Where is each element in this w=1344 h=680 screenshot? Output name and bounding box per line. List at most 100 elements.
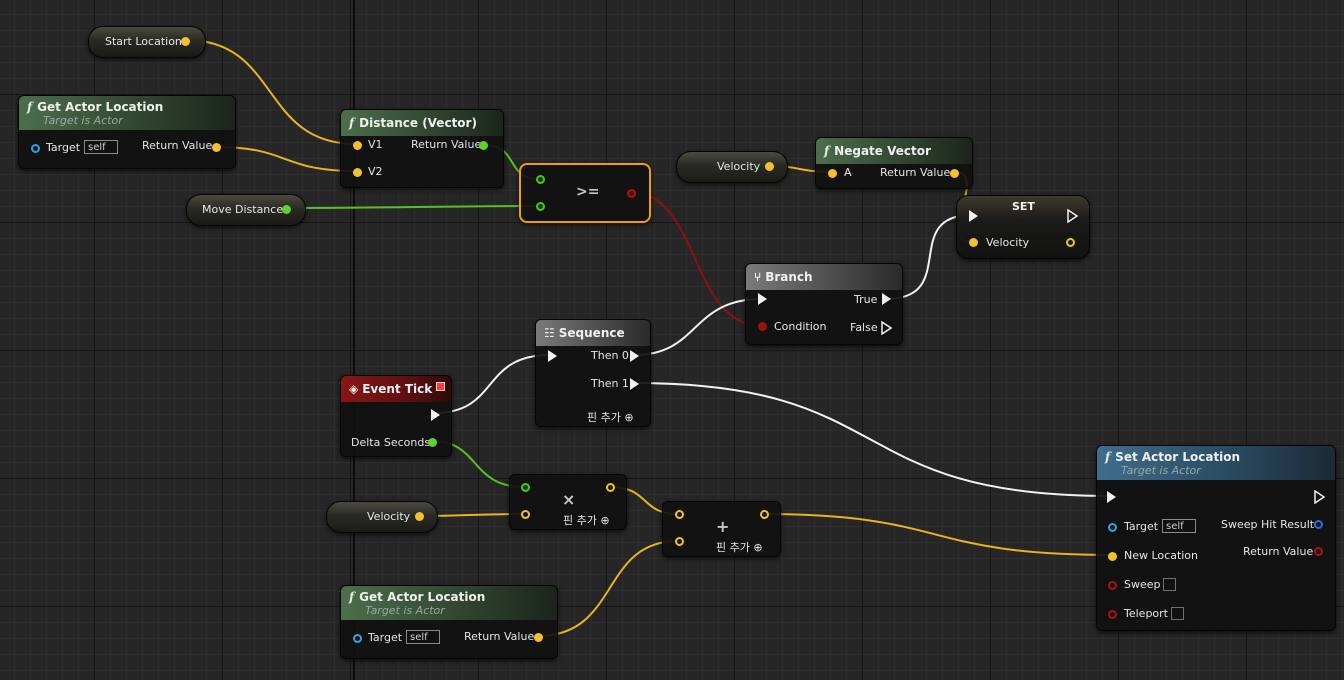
set-velocity-node[interactable]: SET Velocity [956,195,1090,259]
delta-seconds-label: Delta Seconds [351,436,431,449]
add-pin-label: 핀 추가 [563,514,597,527]
node-header: f Distance (Vector) [341,110,503,136]
sweep-label: Sweep [1124,578,1161,591]
multiply-node[interactable]: × 핀 추가 ⊕ [509,474,627,530]
node-subtitle: Target is Actor [1121,463,1201,477]
a-input-pin[interactable] [536,175,545,184]
delta-seconds-pin[interactable] [428,438,437,447]
b-input-pin[interactable] [536,202,545,211]
delegate-pin[interactable] [436,382,445,391]
return-value-pin[interactable] [212,143,221,152]
sweep-checkbox[interactable] [1163,578,1176,591]
exec-in-pin[interactable] [969,210,978,222]
b-input-pin[interactable] [521,510,530,519]
sequence-node[interactable]: ☷ Sequence Then 0 Then 1 핀 추가 ⊕ [535,319,651,427]
get-actor-location-node-2[interactable]: f Get Actor Location Target is Actor Targ… [340,585,558,659]
add-pin-button[interactable]: 핀 추가 ⊕ [587,409,634,425]
b-input-pin[interactable] [675,537,684,546]
return-value-label: Return Value [411,138,482,151]
teleport-input-pin[interactable] [1108,610,1117,619]
v1-label: V1 [368,138,383,151]
exec-in-pin[interactable] [758,293,767,305]
set-actor-location-node[interactable]: f Set Actor Location Target is Actor Targ… [1096,445,1336,631]
true-exec-pin[interactable] [882,293,891,305]
target-input-pin[interactable] [353,634,362,643]
false-label: False [850,321,878,334]
branch-node[interactable]: ⑂ Branch True Condition False [745,263,903,345]
negate-vector-node[interactable]: f Negate Vector A Return Value [815,137,973,189]
node-subtitle: Target is Actor [43,113,123,127]
a-input-pin[interactable] [521,483,530,492]
node-header: ⑂ Branch [746,264,902,290]
return-value-pin[interactable] [534,633,543,642]
move-distance-label: Move Distance [202,203,284,216]
function-icon: f [27,99,33,114]
plus-circle-icon: ⊕ [600,514,610,527]
add-pin-label: 핀 추가 [716,541,750,554]
result-output-pin[interactable] [627,189,636,198]
sweep-hit-result-pin[interactable] [1314,520,1323,529]
v2-input-pin[interactable] [353,168,362,177]
exec-in-pin[interactable] [1107,491,1116,503]
sweep-hit-result-label: Sweep Hit Result [1221,518,1315,531]
add-pin-button[interactable]: 핀 추가 ⊕ [716,539,763,555]
distance-vector-node[interactable]: f Distance (Vector) V1 V2 Return Value [340,109,504,188]
teleport-checkbox[interactable] [1171,607,1184,620]
move-distance-getter[interactable]: Move Distance [186,194,306,226]
false-exec-pin[interactable] [881,321,893,335]
return-value-label: Return Value [142,139,213,152]
velocity-label: Velocity [367,510,411,523]
wire-getloc1-v2 [215,146,357,172]
start-location-getter[interactable]: Start Location [88,26,206,58]
target-input-pin[interactable] [1108,523,1117,532]
velocity-output-pin[interactable] [1066,238,1075,247]
target-input-pin[interactable] [31,144,40,153]
multiply-operator: × [562,490,576,509]
velocity-getter-bottom[interactable]: Velocity [326,501,438,533]
a-input-pin[interactable] [828,169,837,178]
event-tick-node[interactable]: ◈ Event Tick Delta Seconds [340,375,452,457]
move-distance-output-pin[interactable] [282,205,291,214]
target-self-field[interactable]: self [84,140,118,154]
node-header: ☷ Sequence [536,320,650,346]
velocity-output-pin[interactable] [415,512,424,521]
get-actor-location-node-1[interactable]: f Get Actor Location Target is Actor Targ… [18,95,236,169]
return-value-label: Return Value [1243,545,1314,558]
teleport-label: Teleport [1124,607,1168,620]
velocity-label: Velocity [717,160,761,173]
exec-in-pin[interactable] [548,350,557,362]
condition-input-pin[interactable] [758,322,767,331]
start-location-output-pin[interactable] [181,37,190,46]
target-self-field[interactable]: self [406,630,440,644]
node-title: Set Actor Location [1115,449,1241,464]
return-value-pin[interactable] [1314,547,1323,556]
add-node[interactable]: + 핀 추가 ⊕ [662,501,781,557]
function-icon: f [349,116,355,130]
wire-then1-setloc [633,382,1111,497]
greater-equal-node[interactable]: >= [519,163,651,223]
return-value-pin[interactable] [479,141,488,150]
then1-exec-pin[interactable] [630,378,639,390]
sequence-icon: ☷ [544,326,555,340]
exec-out-pin[interactable] [1314,490,1326,504]
node-header: f Set Actor Location Target is Actor [1097,446,1335,480]
result-output-pin[interactable] [606,483,615,492]
sweep-input-pin[interactable] [1108,581,1117,590]
exec-out-pin[interactable] [431,409,440,421]
then1-label: Then 1 [591,377,629,390]
exec-out-pin[interactable] [1067,209,1079,223]
target-label: Target [1124,520,1159,533]
new-location-input-pin[interactable] [1108,552,1117,561]
target-self-field[interactable]: self [1162,519,1196,533]
v1-input-pin[interactable] [353,141,362,150]
function-icon: f [1105,449,1111,464]
node-title: Distance (Vector) [359,116,477,130]
then0-exec-pin[interactable] [630,350,639,362]
return-value-pin[interactable] [950,169,959,178]
velocity-input-pin[interactable] [969,238,978,247]
result-output-pin[interactable] [760,510,769,519]
a-input-pin[interactable] [675,510,684,519]
add-pin-button[interactable]: 핀 추가 ⊕ [563,512,610,528]
velocity-getter-top[interactable]: Velocity [676,151,788,183]
velocity-output-pin[interactable] [765,162,774,171]
